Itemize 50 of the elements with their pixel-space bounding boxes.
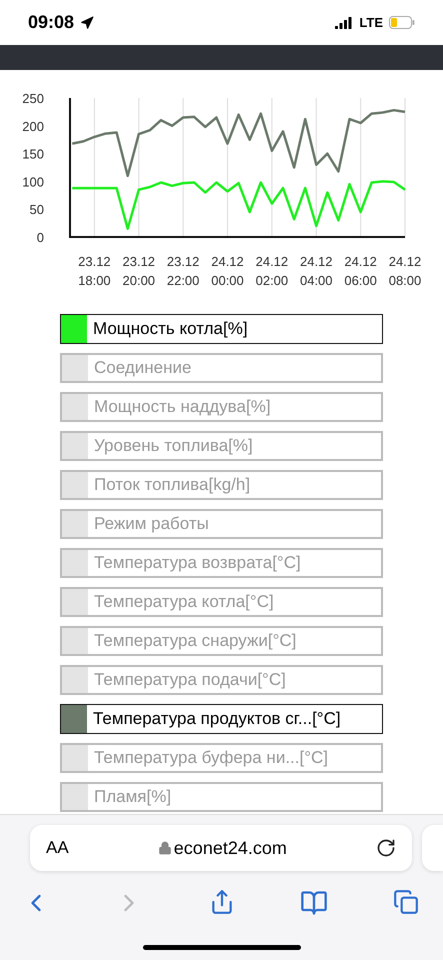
- axis-label: 24.12 08:00: [388, 254, 422, 288]
- legend-item[interactable]: Температура продуктов сг...[°C]: [60, 704, 383, 734]
- reload-icon[interactable]: [376, 838, 396, 858]
- color-swatch: [62, 550, 88, 576]
- legend-item[interactable]: Уровень топлива[%]: [60, 431, 383, 461]
- color-swatch: [62, 472, 88, 498]
- axis-label: 24.12 06:00: [344, 254, 377, 288]
- axis-label: 150: [22, 146, 44, 162]
- axis-label: 50: [30, 202, 44, 218]
- clock-time: 09:08: [28, 12, 74, 33]
- color-swatch: [62, 433, 88, 459]
- lock-icon: [158, 841, 172, 855]
- axis-label: 23.12 18:00: [78, 254, 111, 288]
- legend-item[interactable]: Мощность котла[%]: [60, 314, 383, 344]
- color-swatch: [62, 784, 88, 810]
- legend-item[interactable]: Температура буфера ни...[°C]: [60, 743, 383, 773]
- color-swatch: [62, 355, 88, 381]
- color-swatch: [62, 745, 88, 771]
- legend-item[interactable]: Температура подачи[°C]: [60, 665, 383, 695]
- color-swatch: [62, 394, 88, 420]
- bookmarks-icon[interactable]: [300, 889, 328, 917]
- axis-label: 100: [22, 174, 44, 190]
- color-swatch: [62, 667, 88, 693]
- axis-label: 23.12 20:00: [122, 254, 156, 288]
- battery-icon: [389, 16, 415, 29]
- color-swatch: [62, 589, 88, 615]
- tabs-icon[interactable]: [393, 889, 419, 915]
- axis-label: 24.12 02:00: [256, 254, 288, 288]
- address-bar[interactable]: AA econet24.com: [30, 825, 412, 871]
- axis-label: 250: [22, 91, 44, 106]
- axis-label: 23.12 22:00: [166, 254, 200, 288]
- legend-item[interactable]: Температура снаружи[°C]: [60, 626, 383, 656]
- axis-label: 200: [22, 118, 44, 134]
- legend-item[interactable]: Температура котла[°C]: [60, 587, 383, 617]
- location-icon: [80, 16, 94, 30]
- legend-item[interactable]: Режим работы: [60, 509, 383, 539]
- legend-item[interactable]: Пламя[%]: [60, 782, 383, 812]
- legend-item[interactable]: Соединение: [60, 353, 383, 383]
- url-text: econet24.com: [174, 838, 287, 858]
- color-swatch: [62, 511, 88, 537]
- text-size-button[interactable]: AA: [46, 838, 69, 858]
- signal-icon: [335, 16, 354, 28]
- legend-item[interactable]: Поток топлива[kg/h]: [60, 470, 383, 500]
- axis-label: 24.12 00:00: [211, 254, 244, 288]
- legend-item[interactable]: Температура возврата[°C]: [60, 548, 383, 578]
- network-label: LTE: [359, 15, 383, 30]
- color-swatch: [62, 628, 88, 654]
- axis-label: 0: [36, 230, 44, 245]
- axis-label: 24.12 04:00: [300, 254, 333, 288]
- legend-item[interactable]: Мощность наддува[%]: [60, 392, 383, 422]
